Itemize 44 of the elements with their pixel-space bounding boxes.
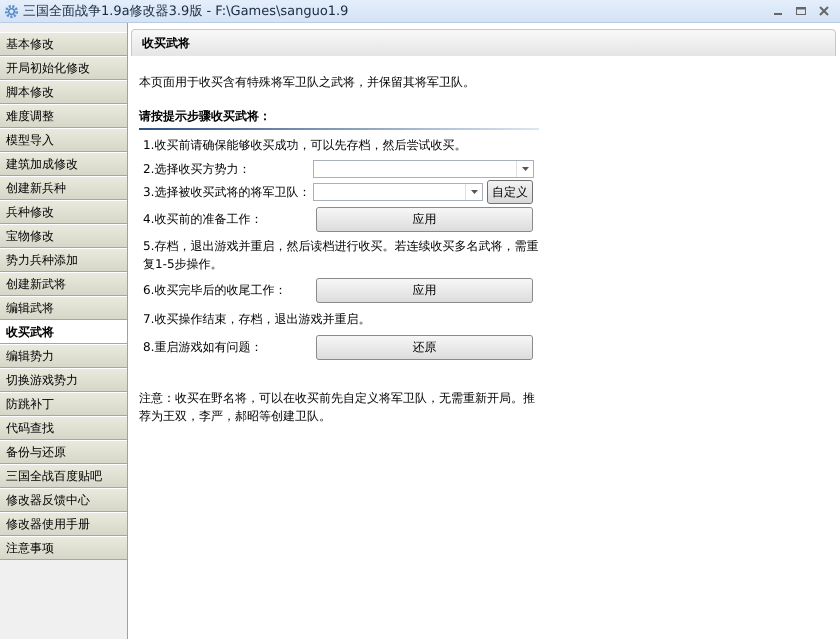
close-icon[interactable] — [818, 5, 830, 17]
action-button[interactable]: 应用 — [316, 278, 533, 303]
sidebar-item[interactable]: 兵种修改 — [0, 200, 127, 224]
sidebar-item[interactable]: 脚本修改 — [0, 80, 127, 104]
note-text: 注意：收买在野名将，可以在收买前先自定义将军卫队，无需重新开局。推荐为王双，李严，郝昭等创建卫队。 — [139, 390, 536, 425]
sidebar-item[interactable]: 势力兵种添加 — [0, 248, 127, 272]
action-button[interactable]: 还原 — [316, 335, 533, 360]
step-text: 8.重启游戏如有问题： — [143, 339, 264, 356]
sidebar-item[interactable]: 备份与还原 — [0, 440, 127, 464]
caret-icon — [522, 167, 528, 171]
sidebar-item[interactable]: 建筑加成修改 — [0, 152, 127, 176]
section-heading: 请按提示步骤收买武将： — [139, 108, 539, 130]
sidebar-item[interactable]: 模型导入 — [0, 128, 127, 152]
sidebar-item[interactable]: 收买武将 — [0, 320, 127, 344]
sidebar-item[interactable]: 基本修改 — [0, 32, 127, 56]
step-text: 5.存档，退出游戏并重启，然后读档进行收买。若连续收买多名武将，需重复1-5步操作。 — [143, 238, 539, 273]
sidebar-item[interactable]: 编辑势力 — [0, 344, 127, 368]
step-text: 6.收买完毕后的收尾工作： — [143, 282, 288, 299]
sidebar-item[interactable]: 开局初始化修改 — [0, 56, 127, 80]
sidebar-item[interactable]: 创建新兵种 — [0, 176, 127, 200]
sidebar-item[interactable]: 防跳补丁 — [0, 392, 127, 416]
step-text: 7.收买操作结束，存档，退出游戏并重启。 — [143, 311, 372, 328]
maximize-icon[interactable] — [795, 5, 807, 17]
sidebar-item[interactable]: 修改器使用手册 — [0, 512, 127, 536]
step-text: 2.选择收买方势力： — [143, 160, 252, 178]
sidebar-item[interactable]: 宝物修改 — [0, 224, 127, 248]
panel-title: 收买武将 — [142, 34, 190, 52]
step-text: 4.收买前的准备工作： — [143, 211, 264, 228]
custom-button[interactable]: 自定义 — [487, 180, 533, 204]
intro-text: 本页面用于收买含有特殊将军卫队之武将，并保留其将军卫队。 — [139, 74, 476, 91]
action-button[interactable]: 应用 — [316, 207, 533, 232]
step-text: 3.选择被收买武将的将军卫队： — [143, 184, 312, 200]
sidebar-item[interactable]: 三国全战百度贴吧 — [0, 464, 127, 488]
sidebar-item[interactable]: 注意事项 — [0, 536, 127, 560]
sidebar-item[interactable]: 编辑武将 — [0, 296, 127, 320]
sidebar-item[interactable]: 切换游戏势力 — [0, 368, 127, 392]
sidebar-item[interactable]: 创建新武将 — [0, 272, 127, 296]
gear-icon — [4, 4, 19, 18]
step-text: 1.收买前请确保能够收买成功，可以先存档，然后尝试收买。 — [143, 137, 468, 154]
sidebar-item[interactable]: 修改器反馈中心 — [0, 488, 127, 512]
caret-icon — [470, 190, 478, 194]
sidebar-item[interactable]: 难度调整 — [0, 104, 127, 128]
sidebar-item[interactable]: 代码查找 — [0, 416, 127, 440]
window-title: 三国全面战争1.9a修改器3.9版 - F:\Games\sanguo1.9 — [23, 3, 348, 20]
